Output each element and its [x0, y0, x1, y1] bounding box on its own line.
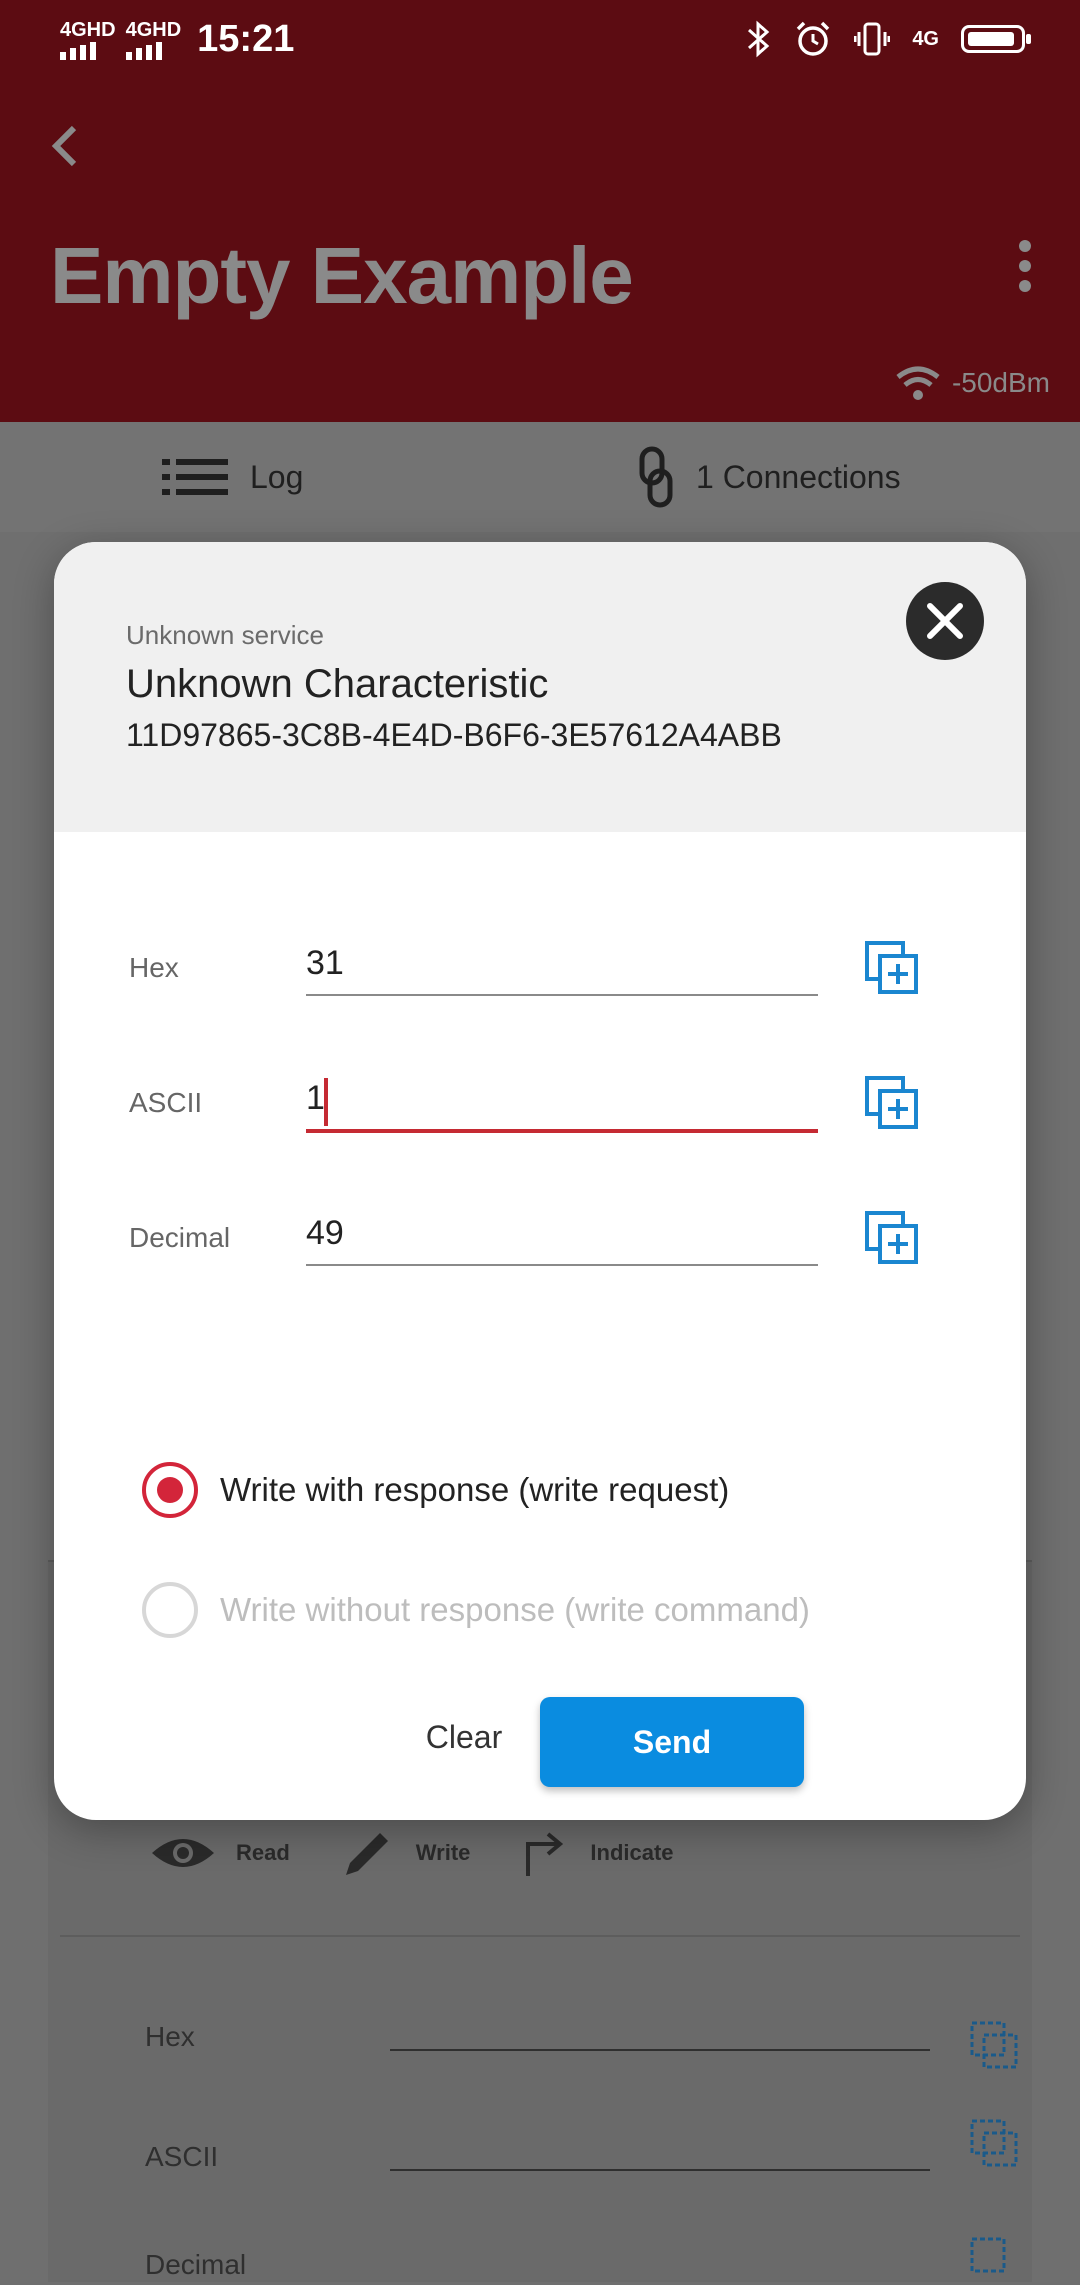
bg-ascii-input[interactable]: [390, 2169, 930, 2171]
hex-input[interactable]: [306, 938, 818, 996]
eye-icon: [152, 1839, 214, 1867]
battery-icon: [961, 25, 1031, 53]
copy-decimal-icon[interactable]: [864, 1210, 920, 1266]
write-without-response-option[interactable]: Write without response (write command): [142, 1582, 810, 1638]
page-title: Empty Example: [50, 231, 634, 320]
background-actions: Read Write Indicate: [150, 1825, 704, 1881]
signal-1-icon: 4GHD: [60, 20, 116, 60]
rssi-indicator: -50dBm: [894, 365, 1050, 401]
network-right-label: 4G: [912, 27, 939, 50]
rssi-value: -50dBm: [951, 367, 1050, 398]
bg-copy-decimal-icon[interactable]: [970, 2237, 1018, 2285]
vibrate-icon: [854, 22, 891, 56]
status-bar: 4GHD 4GHD 15:21 4G: [0, 0, 1080, 80]
tabs-bar: Log 1 Connections: [0, 422, 1080, 532]
copy-hex-icon[interactable]: [864, 940, 920, 996]
service-name: Unknown service: [126, 620, 324, 650]
app-bar: Empty Example -50dBm: [0, 80, 1080, 422]
network-2-label: 4GHD: [125, 18, 182, 41]
radio-selected[interactable]: [142, 1462, 198, 1518]
close-icon: [927, 603, 963, 639]
bg-decimal-label: Decimal: [145, 2249, 247, 2280]
back-button[interactable]: [40, 110, 90, 180]
indicate-arrow-icon: [526, 1832, 564, 1876]
write-without-response-label: Write without response (write command): [220, 1591, 810, 1628]
read-action-label[interactable]: Read: [236, 1840, 290, 1866]
tab-log-label: Log: [250, 458, 304, 495]
bg-hex-label: Hex: [145, 2021, 195, 2052]
write-action-label[interactable]: Write: [416, 1840, 471, 1866]
bluetooth-icon: [748, 20, 770, 58]
background-fields: Hex ASCII Decimal: [60, 1935, 1020, 2282]
characteristic-name: Unknown Characteristic: [126, 662, 549, 706]
tab-connections-label: 1 Connections: [696, 458, 901, 495]
decimal-label: Decimal: [129, 1222, 231, 1253]
ascii-input[interactable]: [306, 1073, 818, 1133]
write-with-response-option[interactable]: Write with response (write request): [142, 1462, 729, 1518]
more-options-button[interactable]: [1015, 240, 1035, 300]
close-button[interactable]: [906, 582, 984, 660]
bg-copy-hex-icon[interactable]: [970, 2021, 1018, 2069]
wifi-signal-icon: [896, 366, 940, 400]
network-1-label: 4GHD: [60, 18, 116, 41]
signal-2-icon: 4GHD: [125, 18, 182, 60]
back-arrow-icon: [51, 125, 77, 167]
status-time: 15:21: [197, 18, 295, 60]
ascii-label: ASCII: [129, 1087, 203, 1118]
write-value-dialog: Unknown service Unknown Characteristic 1…: [54, 542, 1026, 1820]
decimal-input[interactable]: [306, 1208, 818, 1266]
text-cursor: [324, 1078, 328, 1126]
alarm-icon: [797, 21, 830, 56]
list-icon: [162, 459, 228, 495]
characteristic-uuid: 11D97865-3C8B-4E4D-B6F6-3E57612A4ABB: [126, 717, 782, 753]
tab-log[interactable]: Log: [162, 422, 303, 532]
hex-label: Hex: [129, 952, 179, 983]
radio-unselected[interactable]: [142, 1582, 198, 1638]
write-with-response-label: Write with response (write request): [220, 1471, 730, 1508]
tab-connections[interactable]: 1 Connections: [638, 422, 901, 532]
bg-copy-ascii-icon[interactable]: [970, 2119, 1018, 2167]
bg-ascii-label: ASCII: [145, 2141, 219, 2172]
indicate-action-label[interactable]: Indicate: [590, 1840, 673, 1866]
send-button[interactable]: Send: [540, 1697, 804, 1787]
bg-hex-input[interactable]: [390, 2049, 930, 2051]
pencil-icon: [345, 1833, 388, 1875]
copy-ascii-icon[interactable]: [864, 1075, 920, 1131]
link-icon: [639, 446, 673, 508]
dialog-header: Unknown service Unknown Characteristic 1…: [54, 542, 1026, 832]
